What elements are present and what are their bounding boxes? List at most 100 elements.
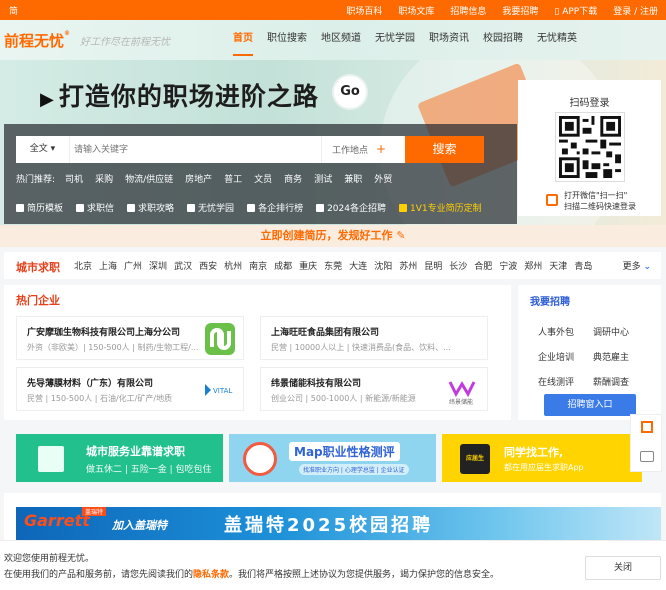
- nav-region[interactable]: 地区频道: [314, 20, 368, 60]
- tool-resume-custom[interactable]: 1V1专业简历定制: [398, 201, 482, 214]
- tool-ranking[interactable]: 各企排行榜: [247, 201, 303, 214]
- hot-keyword[interactable]: 普工: [224, 172, 242, 185]
- city-link[interactable]: 武汉: [174, 259, 192, 272]
- tool-resume-template[interactable]: 简历模板: [16, 201, 63, 214]
- go-button[interactable]: Go: [332, 74, 368, 110]
- company-card[interactable]: 纬景储能科技有限公司 创业公司 | 500-1000人 | 新能源/新能源 纬景…: [260, 367, 488, 411]
- city-link[interactable]: 青岛: [574, 259, 592, 272]
- city-link[interactable]: 大连: [349, 259, 367, 272]
- recruit-entry-button[interactable]: 招聘窗入口: [544, 394, 636, 416]
- close-button[interactable]: 关闭: [585, 556, 661, 580]
- create-resume-bar[interactable]: 立即创建简历，发规好工作 ✎: [0, 225, 666, 247]
- city-link[interactable]: 北京: [74, 259, 92, 272]
- city-link[interactable]: 西安: [199, 259, 217, 272]
- company-card[interactable]: 上海旺旺食品集团有限公司 民营 | 10000人以上 | 快速消费品(食品、饮料…: [260, 316, 488, 360]
- qr-login-panel: 扫码登录 打开微信"扫一扫" 扫描二维码快速登录: [518, 80, 661, 216]
- privacy-terms-link[interactable]: 隐私条款: [193, 570, 229, 580]
- pencil-icon: ✎: [396, 229, 406, 242]
- city-link[interactable]: 上海: [99, 259, 117, 272]
- city-link[interactable]: 广州: [124, 259, 142, 272]
- qr-code: [555, 112, 625, 182]
- hot-keyword[interactable]: 外贸: [374, 172, 392, 185]
- location-picker[interactable]: 工作地点 +: [321, 136, 405, 163]
- company-logo: 纬景储能: [448, 381, 476, 406]
- hot-keyword[interactable]: 文员: [254, 172, 272, 185]
- search-box: 全文 ▾ 工作地点 + 搜索: [16, 136, 484, 163]
- banner-subtitle: 找准职业方向 | 心理学总监 | 企业认证: [299, 464, 409, 475]
- search-scope-select[interactable]: 全文 ▾: [16, 136, 70, 163]
- city-link[interactable]: 天津: [549, 259, 567, 272]
- city-link[interactable]: 南京: [249, 259, 267, 272]
- company-card[interactable]: 先导薄膜材料（广东）有限公司 民营 | 150-500人 | 石油/化工/矿产/…: [16, 367, 244, 411]
- banner-title: Map职业性格测评: [289, 442, 400, 461]
- recruit-link-outsourcing[interactable]: 人事外包: [538, 325, 593, 338]
- tool-strategy[interactable]: 求职攻略: [127, 201, 174, 214]
- create-resume-text: 立即创建简历，发规好工作: [260, 229, 393, 242]
- recruit-link-salary[interactable]: 薪酬调查: [593, 375, 648, 388]
- city-link[interactable]: 深圳: [149, 259, 167, 272]
- city-link[interactable]: 杭州: [224, 259, 242, 272]
- banner-personality-test[interactable]: Map职业性格测评 找准职业方向 | 心理学总监 | 企业认证: [229, 434, 436, 482]
- chat-icon[interactable]: [640, 451, 654, 462]
- city-more-label: 更多: [622, 262, 641, 272]
- recruit-link-assessment[interactable]: 在线测评: [538, 375, 593, 388]
- recruit-link-employer[interactable]: 典范雇主: [593, 350, 648, 363]
- top-link-wiki[interactable]: 职场百科: [346, 4, 382, 17]
- banner-campaign-title: 盖瑞特2025校园招聘: [224, 515, 434, 536]
- tool-label: 简历模板: [27, 204, 64, 214]
- search-button[interactable]: 搜索: [405, 136, 484, 163]
- hot-keyword[interactable]: 司机: [65, 172, 83, 185]
- crown-icon: [398, 203, 407, 212]
- city-link[interactable]: 长沙: [449, 259, 467, 272]
- top-link-app[interactable]: ▯ APP下载: [554, 4, 597, 17]
- lang-switch[interactable]: 简: [9, 4, 18, 17]
- hot-keyword[interactable]: 测试: [314, 172, 332, 185]
- calendar-icon: [316, 203, 325, 212]
- hot-companies: 热门企业 广安摩珈生物科技有限公司上海分公司 外资（非欧美）| 150-500人…: [4, 285, 511, 420]
- city-link[interactable]: 沈阳: [374, 259, 392, 272]
- tool-label: 求职攻略: [138, 204, 175, 214]
- hot-keyword[interactable]: 物流/供应链: [125, 172, 173, 185]
- city-link[interactable]: 苏州: [399, 259, 417, 272]
- tool-cover-letter[interactable]: 求职信: [76, 201, 114, 214]
- screen-icon: [187, 203, 196, 212]
- hot-keyword[interactable]: 商务: [284, 172, 302, 185]
- top-link-jobs[interactable]: 招聘信息: [450, 4, 486, 17]
- site-logo[interactable]: 前程无忧®: [4, 30, 70, 51]
- qr-tip-line2: 扫描二维码快速登录: [564, 202, 636, 211]
- nav-home[interactable]: 首页: [226, 20, 260, 60]
- nav-academy[interactable]: 无忧学园: [368, 20, 422, 60]
- city-link[interactable]: 昆明: [424, 259, 442, 272]
- nav-news[interactable]: 职场资讯: [422, 20, 476, 60]
- city-link[interactable]: 合肥: [474, 259, 492, 272]
- city-link[interactable]: 重庆: [299, 259, 317, 272]
- qr-code-image: [559, 116, 621, 178]
- top-link-recruit[interactable]: 我要招聘: [502, 4, 538, 17]
- city-link[interactable]: 郑州: [524, 259, 542, 272]
- banner-graduate-app[interactable]: 应届生 同学找工作, 都在用应届生求职App: [442, 434, 642, 482]
- top-link-login[interactable]: 登录 / 注册: [613, 4, 658, 17]
- qr-code-icon[interactable]: [641, 421, 653, 433]
- nav-elite[interactable]: 无忧精英: [530, 20, 584, 60]
- company-logo: [205, 323, 235, 355]
- hot-keyword[interactable]: 房地产: [185, 172, 212, 185]
- banner-city-service[interactable]: 城市服务业靠谱求职 做五休二 | 五险一金 | 包吃包住: [16, 434, 223, 482]
- search-input[interactable]: [74, 140, 314, 159]
- recruit-link-training[interactable]: 企业培训: [538, 350, 593, 363]
- recruit-link-research[interactable]: 调研中心: [593, 325, 648, 338]
- city-link[interactable]: 东莞: [324, 259, 342, 272]
- city-link[interactable]: 宁波: [499, 259, 517, 272]
- nav-campus[interactable]: 校园招聘: [476, 20, 530, 60]
- city-link[interactable]: 成都: [274, 259, 292, 272]
- hot-keyword[interactable]: 采购: [95, 172, 113, 185]
- privacy-text-post: 。我们将严格按照上述协议为您提供服务，竭力保护您的信息安全。: [229, 570, 500, 580]
- tool-academy[interactable]: 无忧学园: [187, 201, 234, 214]
- city-more-link[interactable]: 更多 ⌄: [623, 259, 651, 272]
- nav-job-search[interactable]: 职位搜索: [260, 20, 314, 60]
- tool-2024-recruit[interactable]: 2024各企招聘: [316, 201, 386, 214]
- top-link-library[interactable]: 职场文库: [398, 4, 434, 17]
- company-card[interactable]: 广安摩珈生物科技有限公司上海分公司 外资（非欧美）| 150-500人 | 制药…: [16, 316, 244, 360]
- qr-login-title: 扫码登录: [569, 98, 610, 109]
- banner-brand-tag: 盖瑞特: [82, 507, 107, 516]
- hot-keyword[interactable]: 兼职: [344, 172, 362, 185]
